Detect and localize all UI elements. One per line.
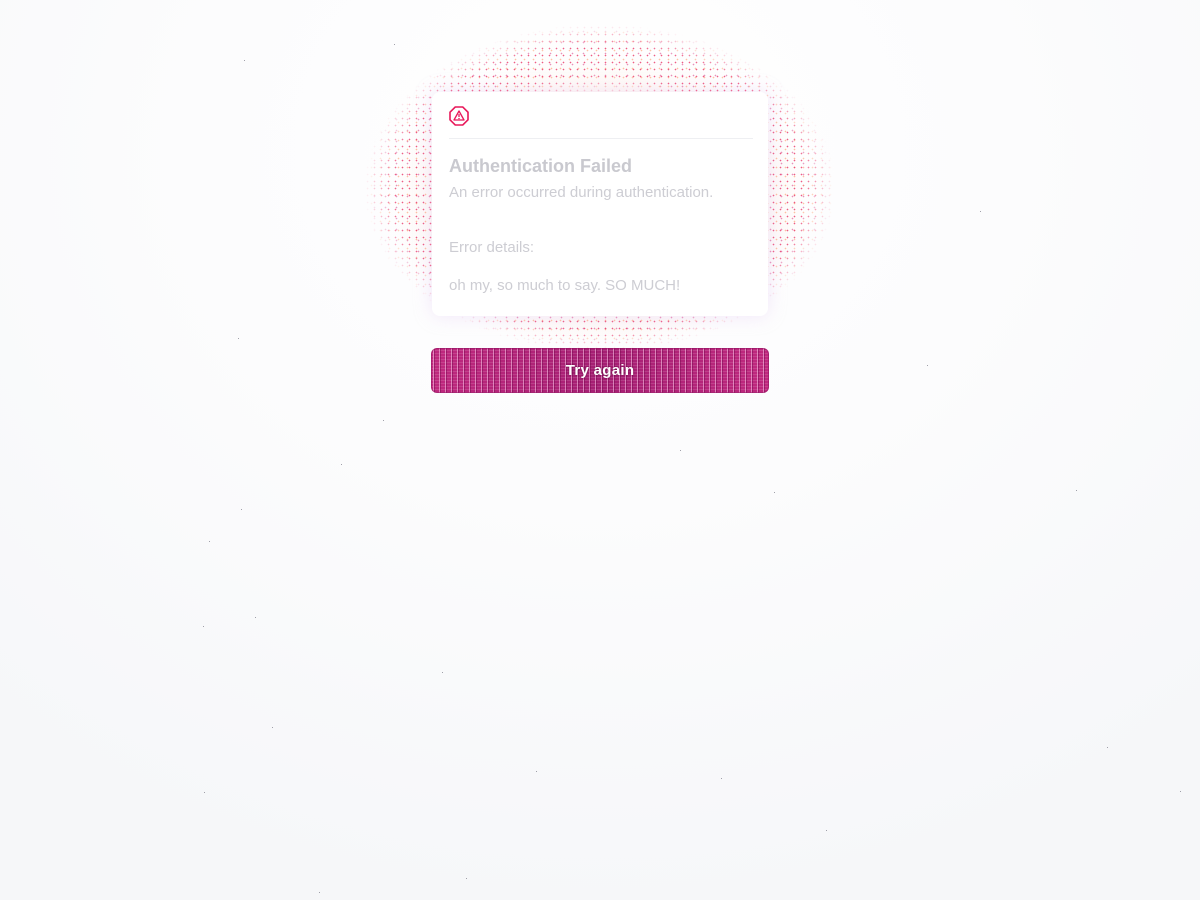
error-card-header [449,106,753,139]
speck [466,878,467,879]
speck [1107,747,1108,748]
speck [1180,791,1181,792]
speck [244,60,245,61]
speck [319,892,320,893]
speck [536,771,537,772]
speck [203,626,204,627]
alert-octagon-icon [449,106,469,126]
speck [680,450,681,451]
speck [209,541,210,542]
speck [1076,490,1077,491]
error-subtitle: An error occurred during authentication. [449,184,714,201]
speck [241,509,242,510]
error-card: Authentication Failed An error occurred … [432,92,768,316]
speck [238,338,239,339]
speck [927,365,928,366]
try-again-label: Try again [565,362,635,379]
speck [341,464,342,465]
speck [394,44,395,45]
error-details-label: Error details: [449,239,535,256]
error-details-text: oh my, so much to say. SO MUCH! [449,277,681,294]
speck [255,617,256,618]
speck [721,778,722,779]
speck [204,792,205,793]
speck [774,492,775,493]
speck [442,672,443,673]
error-title: Authentication Failed [449,156,633,176]
speck [980,211,981,212]
speck [272,727,273,728]
speck [826,830,827,831]
speck [383,420,384,421]
try-again-button[interactable]: Try again [431,348,769,393]
